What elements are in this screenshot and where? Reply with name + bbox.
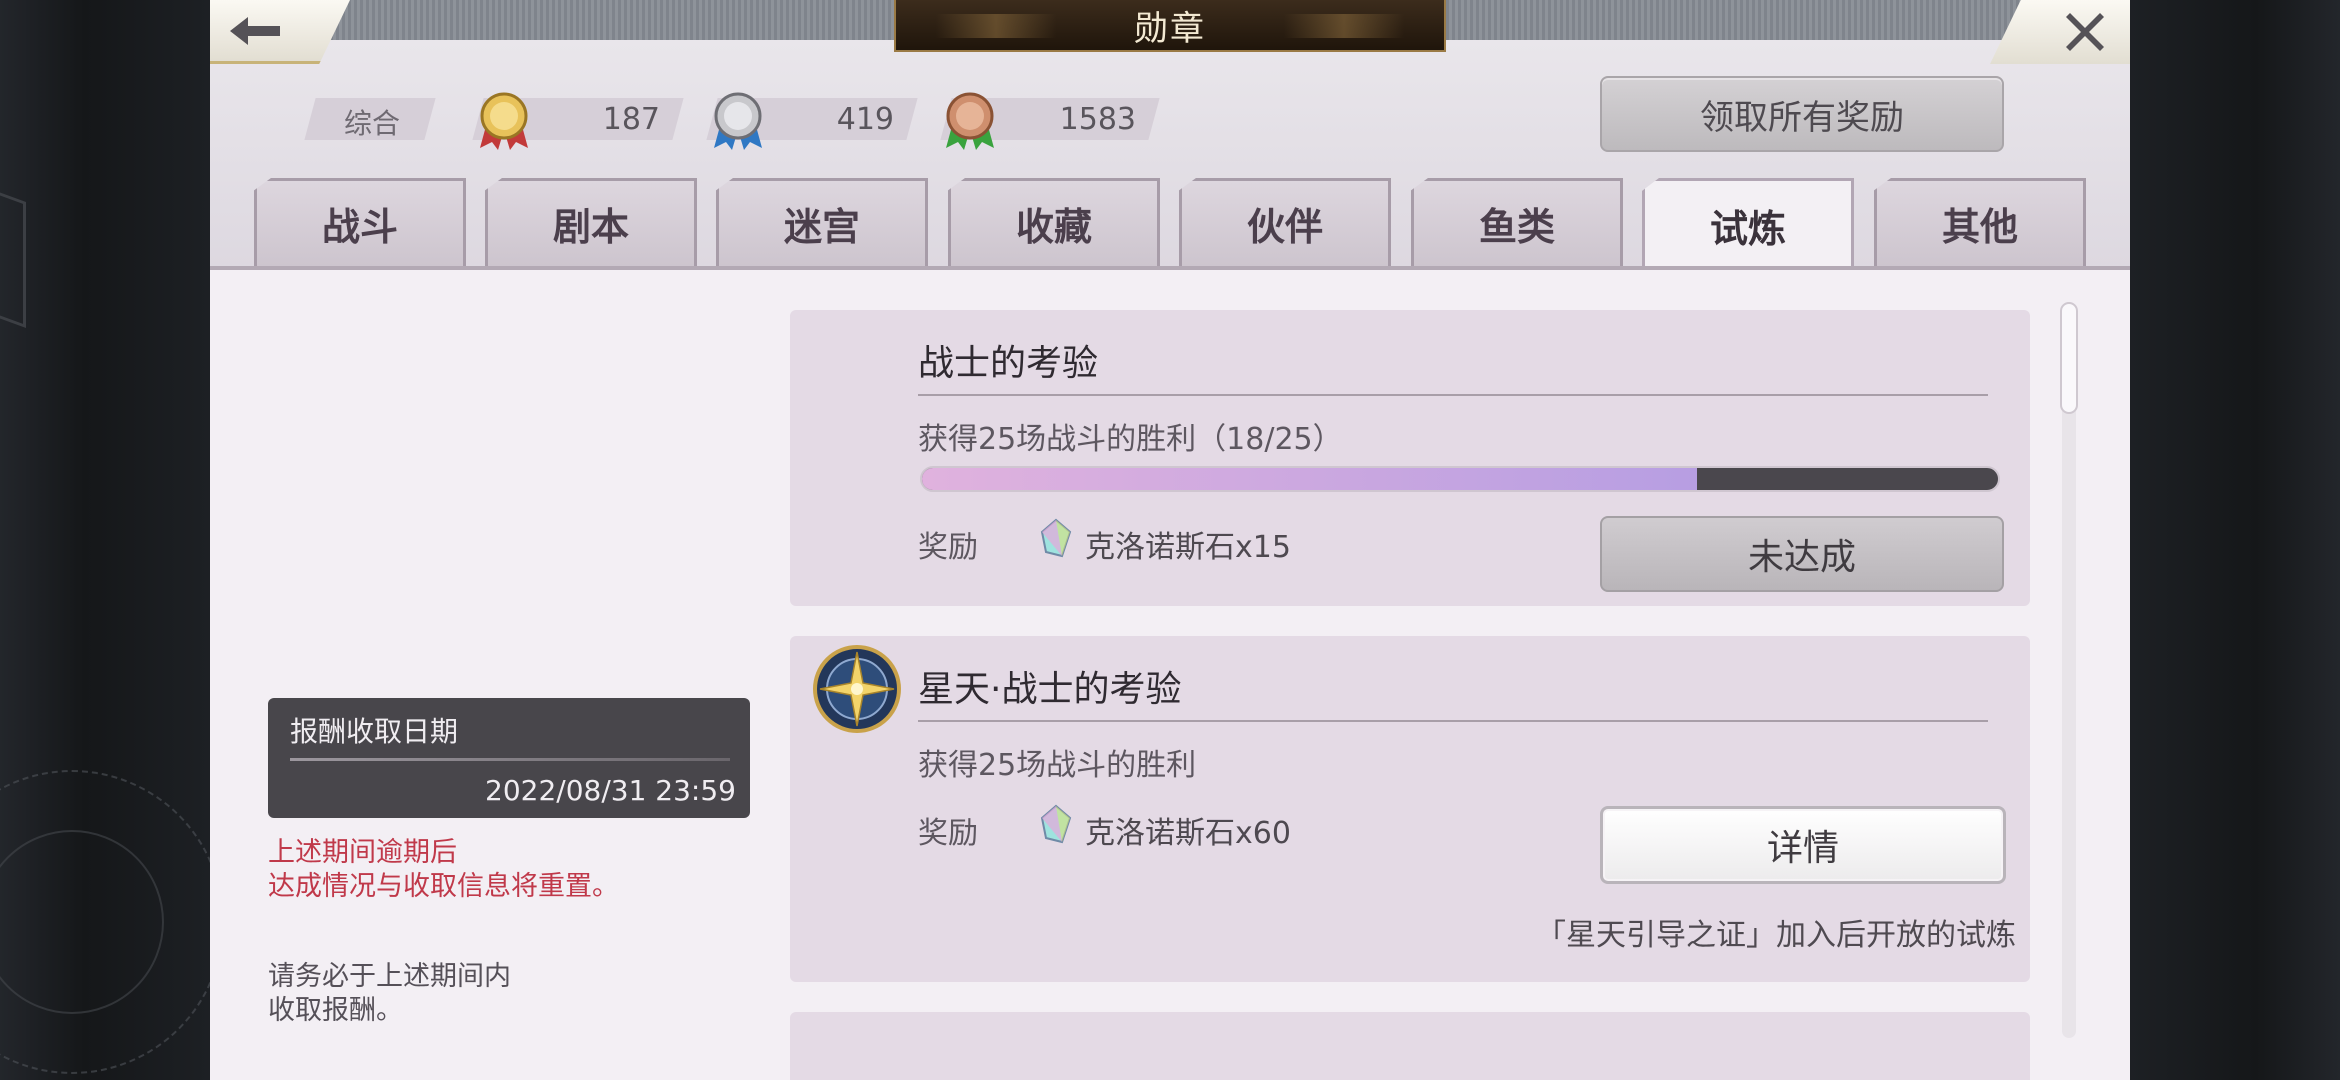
reward-label: 奖励 [918, 816, 978, 851]
reward-item: 克洛诺斯石x60 [1085, 816, 1291, 851]
crystal-gem-icon [1040, 518, 1072, 558]
trial-card: 战士的考验 获得25场战斗的胜利（18/25） 奖励 克洛诺斯石x15 未达成 [790, 310, 2030, 606]
decorative-hexagon [0, 177, 26, 329]
reward-deadline-box: 报酬收取日期 2022/08/31 23:59 [268, 698, 750, 818]
background-right [2130, 0, 2340, 1080]
trial-title: 战士的考验 [918, 343, 1099, 384]
overall-label: 综合 [344, 107, 401, 140]
reward-label: 奖励 [918, 530, 978, 565]
deadline-divider [290, 758, 730, 761]
bronze-medal-icon [946, 92, 994, 150]
title-plate: 勋章 [894, 0, 1446, 52]
claim-note-line1: 请务必于上述期间内 [268, 961, 511, 992]
trial-progress-bar [920, 466, 2000, 492]
reward-item: 克洛诺斯石x15 [1085, 530, 1291, 565]
bronze-medal-count: 1583 [1059, 102, 1136, 137]
reset-warning: 上述期间逾期后 达成情况与收取信息将重置。 [268, 836, 619, 904]
tab-story[interactable]: 剧本 [485, 178, 697, 266]
details-button[interactable]: 详情 [1600, 806, 2006, 884]
tab-battle[interactable]: 战斗 [254, 178, 466, 266]
reset-warning-line1: 上述期间逾期后 [268, 837, 457, 868]
claim-note-line2: 收取报酬。 [268, 995, 403, 1026]
trial-title-divider [918, 720, 1988, 722]
content-area: 报酬收取日期 2022/08/31 23:59 上述期间逾期后 达成情况与收取信… [210, 270, 2130, 1080]
tab-collection[interactable]: 收藏 [948, 178, 1160, 266]
unlock-condition-note: 「星天引导之证」加入后开放的试炼 [1536, 918, 2016, 953]
silver-medal-icon [714, 92, 762, 150]
star-compass-icon [813, 645, 901, 733]
crystal-gem-icon [1040, 804, 1072, 844]
trial-description: 获得25场战斗的胜利（18/25） [918, 422, 1343, 457]
trial-card-partial [790, 1012, 2030, 1080]
gold-medal-count: 187 [602, 102, 660, 137]
gold-medal-icon [480, 92, 528, 150]
tab-trials[interactable]: 试炼 [1642, 178, 1854, 270]
trial-progress-fill [922, 468, 1697, 490]
trial-card: 星天·战士的考验 获得25场战斗的胜利 奖励 克洛诺斯石x60 详情 「星天引导… [790, 636, 2030, 982]
deadline-value: 2022/08/31 23:59 [485, 774, 736, 807]
page-title: 勋章 [1134, 8, 1206, 49]
back-arrow-icon [230, 16, 280, 45]
close-icon [2066, 13, 2104, 51]
scrollbar-thumb[interactable] [2060, 302, 2078, 414]
claim-all-rewards-button[interactable]: 领取所有奖励 [1600, 76, 2004, 152]
background-left [0, 0, 224, 1080]
trial-description: 获得25场战斗的胜利 [918, 748, 1197, 783]
claim-note: 请务必于上述期间内 收取报酬。 [268, 960, 511, 1028]
tab-fish[interactable]: 鱼类 [1411, 178, 1623, 266]
not-achieved-button[interactable]: 未达成 [1600, 516, 2004, 592]
reset-warning-line2: 达成情况与收取信息将重置。 [268, 871, 619, 902]
deadline-label: 报酬收取日期 [290, 715, 459, 748]
category-tabs: 战斗 剧本 迷宫 收藏 伙伴 鱼类 试炼 其他 [254, 178, 2104, 270]
silver-medal-count: 419 [836, 102, 894, 137]
tab-labyrinth[interactable]: 迷宫 [716, 178, 928, 266]
tab-other[interactable]: 其他 [1874, 178, 2086, 266]
title-ornament-left [936, 14, 1056, 38]
medal-panel: 勋章 综合 187 419 1583 领取所有奖励 战斗 剧本 迷宫 收藏 伙伴… [210, 0, 2130, 1080]
trial-title: 星天·战士的考验 [918, 669, 1182, 710]
trial-title-divider [918, 394, 1988, 396]
title-ornament-right [1284, 14, 1404, 38]
tab-companion[interactable]: 伙伴 [1179, 178, 1391, 266]
